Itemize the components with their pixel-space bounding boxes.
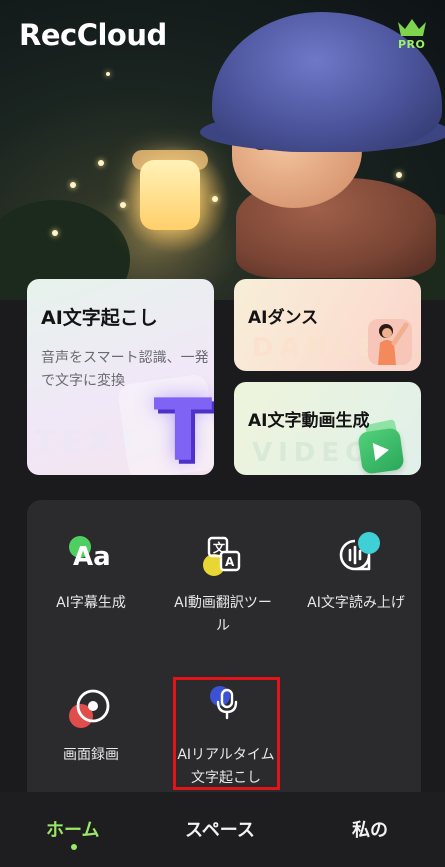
record-glyph bbox=[76, 689, 110, 723]
tool-label: AI動画翻訳ツール bbox=[174, 595, 272, 634]
tool-screen-record[interactable]: 画面録画 bbox=[31, 682, 151, 767]
firefly bbox=[52, 230, 58, 236]
text-t-icon: T bbox=[153, 381, 213, 475]
translate-glyph: 文 A bbox=[207, 536, 241, 572]
tool-label: 画面録画 bbox=[63, 747, 119, 763]
hero-banner[interactable]: RecCloud PRO bbox=[0, 0, 445, 300]
highlight-box bbox=[173, 677, 280, 790]
card-title: AIダンス bbox=[248, 308, 319, 328]
screen-record-icon bbox=[61, 682, 121, 738]
card-title: AI文字起こし bbox=[41, 307, 158, 329]
tool-label: AI文字読み上げ bbox=[307, 595, 405, 611]
aa-glyph: Aa bbox=[73, 542, 111, 572]
subtitle-aa-icon: Aa bbox=[61, 530, 121, 586]
card-title: AI文字動画生成 bbox=[248, 411, 370, 431]
firefly bbox=[98, 160, 104, 166]
firefly bbox=[120, 202, 126, 208]
text-to-speech-icon bbox=[326, 530, 386, 586]
firefly bbox=[106, 72, 110, 76]
tool-ai-text-to-speech[interactable]: AI文字読み上げ bbox=[296, 530, 416, 615]
pro-label: PRO bbox=[398, 38, 426, 51]
app-title: RecCloud bbox=[19, 18, 167, 52]
ai-transcription-card[interactable]: TEXT T AI文字起こし 音声をスマート認識、一発で文字に変換 bbox=[27, 279, 214, 475]
speech-glyph bbox=[339, 539, 371, 571]
play-video-icon bbox=[357, 427, 405, 475]
card-subtitle: 音声をスマート認識、一発で文字に変換 bbox=[41, 350, 209, 389]
firefly bbox=[70, 182, 76, 188]
ai-dance-card[interactable]: DANCE AIダンス bbox=[234, 279, 421, 371]
dancer-icon bbox=[368, 319, 412, 365]
tool-label: AI字幕生成 bbox=[56, 595, 126, 611]
nav-profile[interactable]: 私の bbox=[352, 816, 388, 842]
card-bg-word: VIDEO bbox=[252, 438, 374, 468]
lantern bbox=[140, 160, 200, 230]
svg-text:A: A bbox=[225, 555, 235, 569]
pro-badge[interactable]: PRO bbox=[394, 16, 430, 54]
nav-home[interactable]: ホーム bbox=[46, 816, 99, 842]
video-translate-icon: 文 A bbox=[193, 530, 253, 586]
crown-icon bbox=[398, 19, 426, 36]
ai-text-video-card[interactable]: VIDEO AI文字動画生成 bbox=[234, 382, 421, 475]
firefly bbox=[396, 172, 402, 178]
tool-ai-subtitle[interactable]: Aa AI字幕生成 bbox=[31, 530, 151, 615]
nav-space[interactable]: スペース bbox=[185, 816, 255, 842]
bottom-nav: ホーム スペース 私の bbox=[0, 792, 445, 867]
active-indicator-dot bbox=[71, 844, 77, 850]
tool-ai-video-translate[interactable]: 文 A AI動画翻訳ツール bbox=[163, 530, 283, 638]
firefly bbox=[212, 196, 218, 202]
